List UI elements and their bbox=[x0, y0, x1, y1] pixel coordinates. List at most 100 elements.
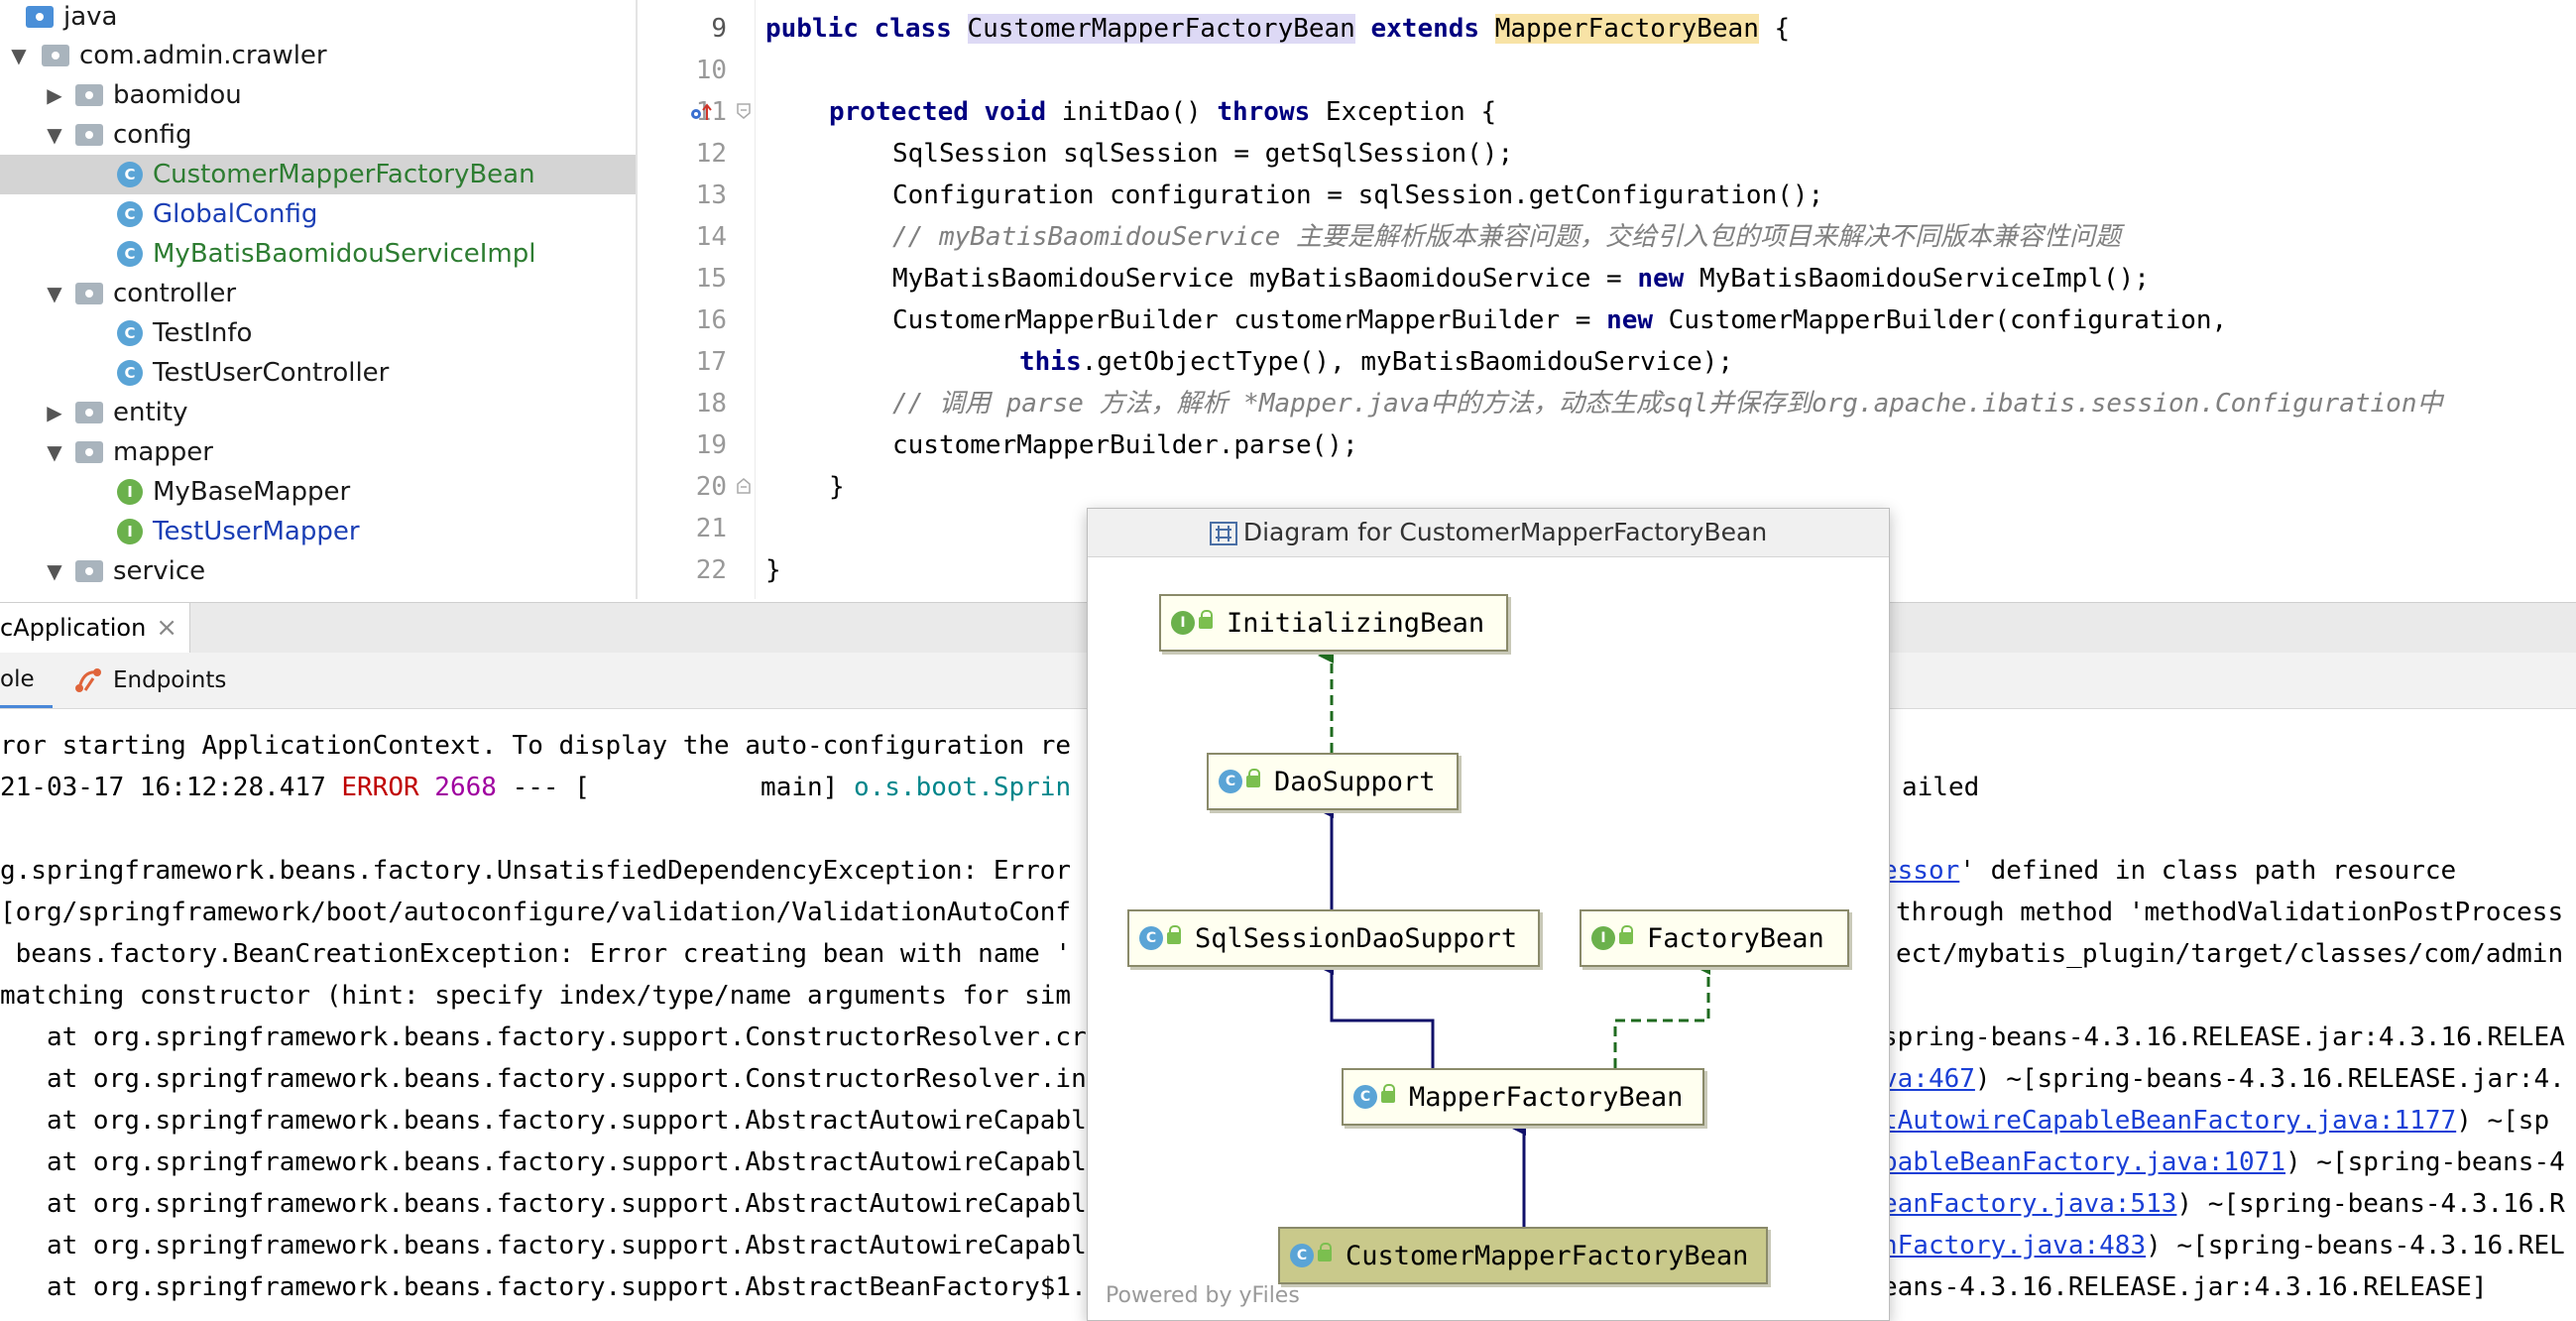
chevron-down-icon[interactable]: ▼ bbox=[6, 44, 32, 67]
code-line-12: SqlSession sqlSession = getSqlSession(); bbox=[892, 139, 1514, 169]
code-line-15: MyBatisBaomidouService myBatisBaomidouSe… bbox=[892, 264, 2150, 294]
stack-line: at org.springframework.beans.factory.sup… bbox=[0, 1064, 1087, 1094]
console-line-tail: ailed bbox=[1902, 773, 1980, 802]
package-icon bbox=[42, 45, 69, 66]
stack-line: at org.springframework.beans.factory.sup… bbox=[0, 1189, 1087, 1219]
console-line-tail: through method 'methodValidationPostProc… bbox=[1896, 898, 2564, 927]
chevron-down-icon[interactable]: ▼ bbox=[42, 123, 67, 147]
tree-item-test-user-controller[interactable]: C TestUserController bbox=[0, 353, 636, 393]
public-lock-icon bbox=[1199, 610, 1213, 629]
tree-item-com-admin-crawler[interactable]: ▼ com.admin.crawler bbox=[0, 36, 636, 75]
code-line-13: Configuration configuration = sqlSession… bbox=[892, 180, 1824, 210]
tree-item-test-user-mapper[interactable]: I TestUserMapper bbox=[0, 512, 636, 551]
tree-item-global-config[interactable]: C GlobalConfig bbox=[0, 194, 636, 234]
line-number: 19 bbox=[695, 430, 727, 460]
console-line-tail: essor' defined in class path resource bbox=[1882, 856, 2457, 886]
console-line: ror starting ApplicationContext. To disp… bbox=[0, 731, 1072, 761]
line-number: 15 bbox=[695, 264, 727, 294]
console-line-tail: ect/mybatis_plugin/target/classes/com/ad… bbox=[1896, 939, 2564, 969]
abstract-class-icon: C bbox=[1219, 770, 1242, 793]
package-icon bbox=[75, 402, 103, 423]
public-lock-icon bbox=[1619, 925, 1633, 944]
tree-item-entity[interactable]: ▶ entity bbox=[0, 393, 636, 432]
line-number: 16 bbox=[695, 305, 727, 335]
class-icon: C bbox=[1353, 1085, 1377, 1109]
class-icon: C bbox=[117, 241, 143, 267]
powered-by-label: Powered by yFiles bbox=[1106, 1283, 1300, 1308]
package-icon bbox=[75, 124, 103, 146]
diagram-popup[interactable]: Diagram for CustomerMapperFactoryBean II… bbox=[1087, 508, 1890, 1321]
class-icon: C bbox=[117, 201, 143, 227]
tree-item-mapper[interactable]: ▼ mapper bbox=[0, 432, 636, 472]
class-icon: C bbox=[117, 360, 143, 386]
fold-icon[interactable] bbox=[737, 478, 751, 494]
interface-icon: I bbox=[1591, 926, 1615, 950]
class-icon: C bbox=[1290, 1244, 1314, 1267]
package-icon bbox=[75, 283, 103, 304]
interface-icon: I bbox=[117, 519, 143, 544]
code-line-11: protected void initDao() throws Exceptio… bbox=[829, 97, 1497, 127]
chevron-down-icon[interactable]: ▼ bbox=[42, 440, 67, 464]
code-line-17: this.getObjectType(), myBatisBaomidouSer… bbox=[1019, 347, 1734, 377]
diagram-node-sql-session-dao-support[interactable]: C SqlSessionDaoSupport bbox=[1127, 909, 1540, 967]
console-link[interactable]: pableBeanFactory.java:1071 bbox=[1882, 1147, 2285, 1177]
tree-item-service[interactable]: ▼ service bbox=[0, 551, 636, 591]
chevron-right-icon[interactable]: ▶ bbox=[42, 83, 67, 107]
tree-item-mybatis-baomidou-service-impl[interactable]: C MyBatisBaomidouServiceImpl bbox=[0, 234, 636, 274]
tree-item-customer-mapper-factory-bean[interactable]: C CustomerMapperFactoryBean bbox=[0, 155, 636, 194]
console-link[interactable]: eanFactory.java:513 bbox=[1882, 1189, 2176, 1219]
console-link[interactable]: va:467 bbox=[1882, 1064, 1975, 1094]
close-icon[interactable]: × bbox=[156, 613, 177, 643]
diagram-node-dao-support[interactable]: C DaoSupport bbox=[1207, 753, 1459, 810]
diagram-node-customer-mapper-factory-bean[interactable]: C CustomerMapperFactoryBean bbox=[1278, 1227, 1768, 1284]
console-link[interactable]: tAutowireCapableBeanFactory.java:1177 bbox=[1882, 1106, 2456, 1136]
tab-console[interactable]: ole bbox=[0, 653, 53, 708]
stack-line: at org.springframework.beans.factory.sup… bbox=[0, 1022, 1087, 1052]
interface-icon: I bbox=[1171, 611, 1195, 635]
stack-line: at org.springframework.beans.factory.sup… bbox=[0, 1272, 1087, 1302]
console-link[interactable]: essor bbox=[1882, 856, 1959, 886]
diagram-node-initializing-bean[interactable]: I InitializingBean bbox=[1159, 594, 1508, 652]
tree-item-baomidou[interactable]: ▶ baomidou bbox=[0, 75, 636, 115]
class-icon: C bbox=[117, 162, 143, 187]
console-link[interactable]: nFactory.java:483 bbox=[1882, 1231, 2146, 1261]
abstract-class-icon: C bbox=[1139, 926, 1163, 950]
interface-icon: I bbox=[117, 479, 143, 505]
line-number: 10 bbox=[695, 56, 727, 85]
console-line: [org/springframework/boot/autoconfigure/… bbox=[0, 898, 1072, 927]
class-icon: C bbox=[117, 320, 143, 346]
code-line-22: } bbox=[765, 555, 781, 585]
endpoints-icon bbox=[75, 668, 101, 692]
stack-line-tail: tAutowireCapableBeanFactory.java:1177) ~… bbox=[1882, 1106, 2550, 1136]
fold-icon[interactable] bbox=[737, 103, 751, 119]
line-number: 13 bbox=[695, 180, 727, 210]
diagram-node-factory-bean[interactable]: I FactoryBean bbox=[1580, 909, 1849, 967]
source-folder-icon bbox=[26, 6, 54, 28]
diagram-node-mapper-factory-bean[interactable]: C MapperFactoryBean bbox=[1342, 1068, 1704, 1126]
line-number: 9 bbox=[711, 14, 727, 44]
code-line-20: } bbox=[829, 472, 845, 502]
code-line-14-comment: // myBatisBaomidouService 主要是解析版本兼容问题，交给… bbox=[892, 222, 2121, 252]
chevron-down-icon[interactable]: ▼ bbox=[42, 282, 67, 305]
tree-item-java[interactable]: java bbox=[0, 0, 636, 37]
tree-item-my-base-mapper[interactable]: I MyBaseMapper bbox=[0, 472, 636, 512]
project-tree: java ▼ com.admin.crawler ▶ baomidou ▼ confi… bbox=[0, 0, 638, 599]
chevron-right-icon[interactable]: ▶ bbox=[42, 401, 67, 424]
override-method-icon[interactable] bbox=[690, 103, 714, 121]
code-line-9: public class CustomerMapperFactoryBean e… bbox=[765, 14, 1791, 44]
console-line: 21-03-17 16:12:28.417 ERROR 2668 --- [ m… bbox=[0, 773, 1072, 802]
code-line-16: CustomerMapperBuilder customerMapperBuil… bbox=[892, 305, 2228, 335]
tree-item-controller[interactable]: ▼ controller bbox=[0, 274, 636, 313]
console-line: matching constructor (hint: specify inde… bbox=[0, 981, 1072, 1011]
chevron-down-icon[interactable]: ▼ bbox=[42, 559, 67, 583]
tree-item-config[interactable]: ▼ config bbox=[0, 115, 636, 155]
tab-endpoints[interactable]: Endpoints bbox=[73, 653, 226, 708]
stack-line-tail: spring-beans-4.3.16.RELEASE.jar:4.3.16.R… bbox=[1882, 1022, 2565, 1052]
tree-item-test-info[interactable]: C TestInfo bbox=[0, 313, 636, 353]
run-tab[interactable]: cApplication × bbox=[0, 603, 191, 653]
stack-line-tail: pableBeanFactory.java:1071) ~[spring-bea… bbox=[1882, 1147, 2565, 1177]
line-number: 21 bbox=[695, 514, 727, 543]
console-line: beans.factory.BeanCreationException: Err… bbox=[0, 939, 1072, 969]
stack-line-tail: nFactory.java:483) ~[spring-beans-4.3.16… bbox=[1882, 1231, 2565, 1261]
line-number: 17 bbox=[695, 347, 727, 377]
